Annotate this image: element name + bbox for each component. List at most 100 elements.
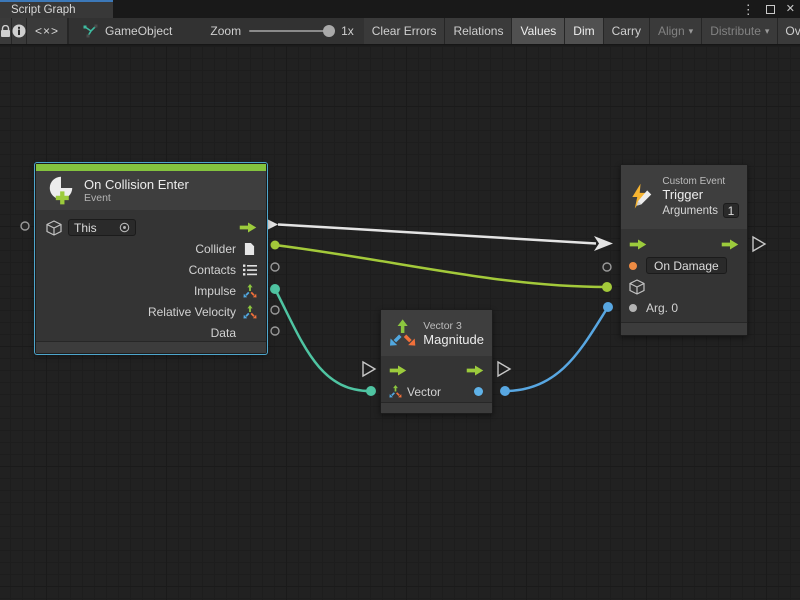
tab-script-graph[interactable]: Script Graph [0,0,113,18]
magnitude-wire[interactable] [505,307,608,391]
flow-wire[interactable] [278,225,596,244]
this-input-port[interactable] [21,222,29,230]
relative-velocity-output-port[interactable] [271,306,279,314]
event-name-field[interactable]: On Damage [646,257,727,274]
align-button[interactable]: Align ▾ [650,18,702,44]
magnitude-type-label: Vector 3 [423,320,484,332]
magnitude-result-port[interactable] [474,387,483,396]
chevron-down-icon: ▾ [689,26,694,37]
graph-canvas[interactable]: On Collision Enter Event This [0,46,800,600]
trigger-target-input-port[interactable] [602,282,612,292]
arguments-label: Arguments [662,205,718,217]
event-node-body: This Collider [36,210,266,343]
arg0-port[interactable] [629,304,637,312]
gameobject-label: GameObject [105,24,172,38]
node-trigger-custom-event[interactable]: Custom Event Trigger Arguments 1 [620,164,748,336]
vector3-icon [243,305,257,319]
event-node-footer [36,341,266,353]
impulse-output-port[interactable] [270,284,280,294]
flow-out-arrow-icon[interactable] [466,365,484,376]
script-graph-window: Script Graph ⋮ ✕ <×> [0,0,800,600]
flow-in-arrow-icon[interactable] [629,239,647,250]
code-view-button[interactable]: <×> [27,18,68,44]
port-row-collider[interactable]: Collider [36,238,266,259]
on-damage-input-port[interactable] [603,263,611,271]
data-output-port[interactable] [271,327,279,335]
port-row-contacts[interactable]: Contacts [36,259,266,280]
magnitude-flow-out-port[interactable] [498,362,510,376]
trigger-node-title: Trigger [662,187,739,202]
distribute-button[interactable]: Distribute ▾ [702,18,778,44]
contacts-list-icon [243,264,257,276]
magnitude-node-title: Magnitude [423,332,484,347]
gameobject-context[interactable]: GameObject [69,18,182,44]
flow-out-arrow-icon[interactable] [721,239,739,250]
magnitude-output-port[interactable] [500,386,510,396]
close-icon[interactable]: ✕ [786,4,795,15]
zoom-value: 1x [341,24,354,38]
trigger-kind-label: Custom Event [662,176,739,187]
flow-wire-arrowhead[interactable] [594,236,613,251]
event-node-subtitle: Event [84,192,189,204]
arguments-count-field[interactable]: 1 [723,203,739,218]
target-picker-icon[interactable] [119,222,130,233]
clear-errors-button[interactable]: Clear Errors [364,18,446,44]
trigger-flow-out-port[interactable] [753,237,765,251]
contacts-output-port[interactable] [271,263,279,271]
lock-button[interactable] [0,18,12,44]
gameobject-graph-icon [83,24,98,38]
vector3-icon [389,385,402,398]
info-icon [12,24,26,38]
port-row-target[interactable] [621,276,747,297]
chevron-down-icon: ▾ [765,26,770,37]
vector3-icon [243,284,257,298]
event-node-title: On Collision Enter [84,177,189,192]
maximize-icon[interactable] [766,5,775,14]
zoom-label: Zoom [210,24,241,38]
magnitude-node-body: Vector [381,356,492,402]
flow-out-arrow-icon[interactable] [239,222,257,233]
trigger-node-body: On Damage Arg. 0 [621,229,747,318]
on-collision-enter-icon [46,175,76,207]
port-row-data[interactable]: Data [36,322,266,343]
graph-toolbar: <×> GameObject Zoom 1x Clear Errors Rela… [0,18,800,45]
zoom-slider-handle[interactable] [323,25,335,37]
relations-button[interactable]: Relations [445,18,512,44]
self-target-field[interactable]: This [68,219,136,236]
window-controls: ⋮ ✕ [742,0,795,18]
node-on-collision-enter[interactable]: On Collision Enter Event This [35,163,267,354]
vector-input-port[interactable] [366,386,376,396]
tab-bar: Script Graph ⋮ ✕ [0,0,800,18]
info-button[interactable] [12,18,27,44]
magnitude-node-header: Vector 3 Magnitude [381,310,492,356]
tab-title: Script Graph [11,4,76,16]
port-row-arg0[interactable]: Arg. 0 [621,297,747,318]
port-row-vector[interactable]: Vector [381,381,492,402]
impulse-wire[interactable] [275,289,370,391]
zoom-slider[interactable] [249,30,333,32]
event-node-header: On Collision Enter Event [36,171,266,210]
lock-icon [0,25,11,38]
collider-wire[interactable] [275,245,606,287]
magnitude-node-footer [381,402,492,413]
menu-icon[interactable]: ⋮ [742,3,755,16]
port-row-relative-velocity[interactable]: Relative Velocity [36,301,266,322]
magnitude-flow-in-port[interactable] [363,362,375,376]
arg0-input-port[interactable] [603,302,613,312]
values-button[interactable]: Values [512,18,565,44]
dim-button[interactable]: Dim [565,18,603,44]
flow-in-arrow-icon[interactable] [389,365,407,376]
port-row-impulse[interactable]: Impulse [36,280,266,301]
trigger-node-footer [621,322,747,335]
zoom-control: Zoom 1x [200,18,363,44]
overview-button[interactable]: Overv [778,18,800,44]
carry-button[interactable]: Carry [604,18,650,44]
collider-output-port[interactable] [271,241,280,250]
port-row-event-name[interactable]: On Damage [621,255,747,276]
event-node-accent-bar [36,164,266,171]
event-name-port[interactable] [629,262,637,270]
cube-icon [629,279,645,295]
collider-doc-icon [244,242,255,256]
cube-icon [46,220,62,236]
node-magnitude[interactable]: Vector 3 Magnitude [380,309,493,414]
